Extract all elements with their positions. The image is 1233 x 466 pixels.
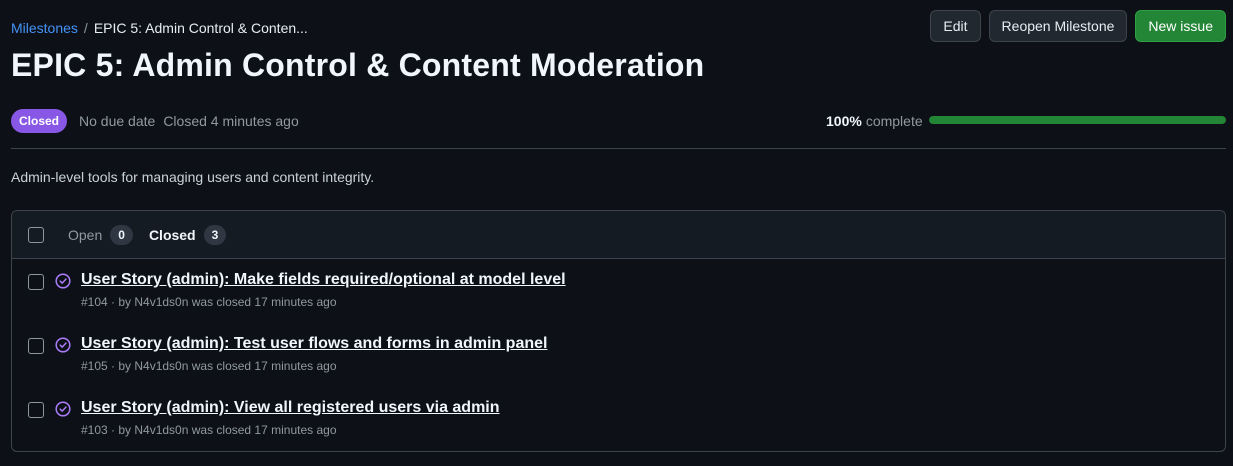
issue-closed-icon (55, 337, 71, 353)
due-date-text: No due date (79, 113, 156, 129)
divider (11, 148, 1226, 149)
issue-title-link[interactable]: User Story (admin): Make fields required… (81, 271, 566, 289)
progress-summary: 100% complete (826, 113, 1226, 129)
list-item: User Story (admin): Test user flows and … (12, 323, 1225, 387)
breadcrumb: Milestones / EPIC 5: Admin Control & Con… (11, 20, 308, 36)
issue-checkbox[interactable] (28, 274, 44, 290)
select-all-checkbox[interactable] (28, 226, 44, 243)
breadcrumb-milestones-link[interactable]: Milestones (11, 20, 78, 36)
tab-closed-label: Closed (148, 226, 196, 243)
list-item: User Story (admin): Make fields required… (12, 259, 1225, 323)
issues-list: Open 0 Closed 3 User Story (admin): Make… (11, 210, 1226, 452)
issue-body: User Story (admin): Make fields required… (81, 271, 566, 309)
progress-percent: 100% (826, 113, 862, 129)
page-title: EPIC 5: Admin Control & Content Moderati… (11, 47, 705, 83)
tab-open[interactable]: Open 0 (68, 224, 133, 245)
issue-meta: #105 · by N4v1ds0n was closed 17 minutes… (81, 359, 337, 373)
issue-title-link[interactable]: User Story (admin): Test user flows and … (81, 335, 547, 353)
issue-body: User Story (admin): Test user flows and … (81, 335, 547, 373)
breadcrumb-separator: / (83, 20, 88, 36)
milestone-meta: Closed No due date Closed 4 minutes ago (11, 109, 299, 133)
progress-suffix: complete (865, 113, 923, 129)
list-item: User Story (admin): View all registered … (12, 387, 1225, 451)
issue-meta: #104 · by N4v1ds0n was closed 17 minutes… (81, 295, 337, 309)
issue-meta: #103 · by N4v1ds0n was closed 17 minutes… (81, 423, 337, 437)
issues-list-header: Open 0 Closed 3 (12, 211, 1225, 259)
issue-checkbox[interactable] (28, 402, 44, 418)
tab-closed[interactable]: Closed 3 (148, 224, 227, 245)
milestone-actions: Edit Reopen Milestone New issue (930, 10, 1226, 42)
issue-checkbox[interactable] (28, 338, 44, 354)
status-badge: Closed (11, 109, 68, 133)
issue-body: User Story (admin): View all registered … (81, 399, 500, 437)
tab-closed-count: 3 (203, 224, 227, 245)
issue-closed-icon (55, 401, 71, 417)
tab-open-label: Open (68, 226, 103, 243)
issue-closed-icon (55, 273, 71, 289)
progress-bar (929, 116, 1226, 124)
closed-time-text: Closed 4 minutes ago (163, 113, 299, 129)
breadcrumb-current: EPIC 5: Admin Control & Conten... (93, 20, 308, 36)
reopen-milestone-button[interactable]: Reopen Milestone (988, 10, 1128, 42)
edit-button[interactable]: Edit (930, 10, 981, 42)
issue-title-link[interactable]: User Story (admin): View all registered … (81, 399, 500, 417)
progress-fill (929, 116, 1226, 124)
milestone-description: Admin-level tools for managing users and… (11, 169, 375, 185)
tab-open-count: 0 (110, 224, 133, 245)
new-issue-button[interactable]: New issue (1135, 10, 1226, 42)
